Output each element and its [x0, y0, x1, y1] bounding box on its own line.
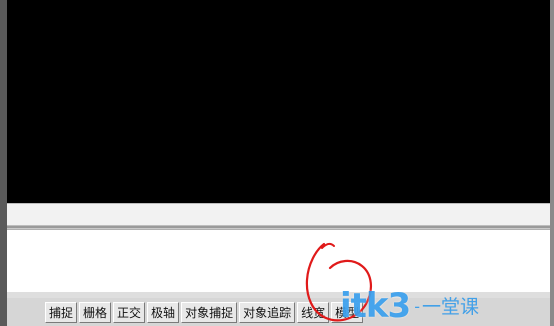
cad-window: 捕捉 栅格 正交 极轴 对象捕捉 对象追踪 线宽 模型 itk3 - 一堂课 [0, 0, 554, 326]
object-track-toggle-button[interactable]: 对象追踪 [239, 301, 296, 323]
window-right-border [550, 0, 554, 326]
status-bar: 捕捉 栅格 正交 极轴 对象捕捉 对象追踪 线宽 模型 [7, 298, 550, 326]
polar-toggle-button[interactable]: 极轴 [147, 301, 180, 323]
ortho-toggle-button[interactable]: 正交 [113, 301, 146, 323]
grid-toggle-button[interactable]: 栅格 [79, 301, 112, 323]
snap-toggle-button[interactable]: 捕捉 [45, 301, 78, 323]
layout-tab-strip [7, 203, 550, 226]
splitter-bar[interactable] [7, 226, 550, 228]
window-left-border [0, 0, 7, 326]
lineweight-toggle-button[interactable]: 线宽 [297, 301, 330, 323]
object-snap-toggle-button[interactable]: 对象捕捉 [181, 301, 238, 323]
model-toggle-button[interactable]: 模型 [331, 301, 364, 323]
command-line-window[interactable] [7, 229, 550, 293]
drawing-canvas[interactable] [7, 0, 550, 203]
